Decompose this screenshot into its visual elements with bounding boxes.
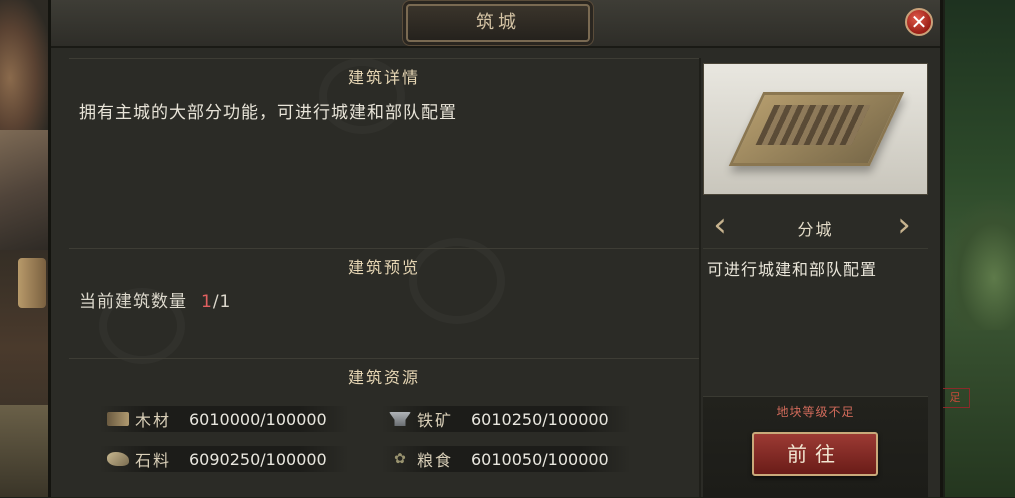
details-section: 建筑详情 拥有主城的大部分功能，可进行城建和部队配置 [69, 58, 699, 248]
portrait-robe [0, 130, 50, 250]
action-box: 地块等级不足 前往 [703, 396, 928, 498]
building-type-description: 可进行城建和部队配置 [707, 260, 878, 279]
resource-grain: ✿ 粮食 6010050/100000 [389, 445, 609, 473]
preview-heading: 建筑预览 [347, 258, 420, 277]
details-header: 建筑详情 [69, 58, 699, 87]
resource-stone: 石料 6090250/100000 [107, 445, 327, 473]
resource-name: 木材 [135, 411, 172, 430]
resources-heading: 建筑资源 [347, 368, 420, 387]
right-panel: ‹ 分城 › 可进行城建和部队配置 地块等级不足 前往 [703, 60, 928, 498]
resource-iron: 铁矿 6010250/100000 [389, 405, 609, 433]
building-count-total: /1 [212, 292, 232, 312]
city-preview-image [703, 63, 928, 195]
requirement-warning: 地块等级不足 [776, 405, 855, 419]
preview-section: 建筑预览 当前建筑数量 1/1 [69, 248, 699, 358]
resource-name: 粮食 [417, 451, 454, 470]
portrait-face [0, 0, 50, 130]
dialog-title: 筑城 [476, 12, 520, 33]
stone-icon [107, 452, 129, 466]
dialog-titlebar: 筑城 ✕ [51, 0, 940, 48]
resource-value: 6010250/100000 [471, 409, 609, 429]
map-hill [945, 200, 1015, 330]
anvil-icon [389, 412, 411, 426]
resource-value: 6090250/100000 [189, 449, 327, 469]
resources-section: 建筑资源 木材 6010000/100000 铁矿 6010250/100000… [69, 358, 699, 497]
title-plate: 筑城 [406, 4, 590, 42]
building-type-title: 分城 [797, 220, 834, 239]
left-panel: 建筑详情 拥有主城的大部分功能，可进行城建和部队配置 建筑预览 当前建筑数量 1/… [69, 58, 699, 497]
portrait-scroll [18, 258, 46, 308]
close-button[interactable]: ✕ [905, 8, 933, 36]
next-arrow-icon[interactable]: › [893, 208, 915, 244]
preview-header: 建筑预览 [69, 248, 699, 277]
background-side-tag: 足 [940, 388, 970, 408]
building-count-label: 当前建筑数量 [79, 292, 187, 312]
building-count: 当前建筑数量 1/1 [79, 287, 231, 312]
grain-icon: ✿ [394, 451, 406, 467]
resource-value: 6010050/100000 [471, 449, 609, 469]
details-heading: 建筑详情 [347, 68, 420, 87]
building-count-current: 1 [201, 292, 213, 312]
building-selector: ‹ 分城 › [703, 204, 928, 249]
prev-arrow-icon[interactable]: ‹ [709, 208, 731, 244]
panel-divider [699, 58, 701, 497]
resource-value: 6010000/100000 [189, 409, 327, 429]
resource-wood: 木材 6010000/100000 [107, 405, 327, 433]
background-map [945, 0, 1015, 497]
build-city-dialog: 筑城 ✕ 建筑详情 拥有主城的大部分功能，可进行城建和部队配置 建筑预览 当前建… [48, 0, 943, 498]
fortress-illustration [728, 92, 905, 166]
go-button[interactable]: 前往 [752, 432, 878, 476]
resource-name: 铁矿 [417, 411, 454, 430]
resources-header: 建筑资源 [69, 358, 699, 387]
details-description: 拥有主城的大部分功能，可进行城建和部队配置 [79, 103, 457, 123]
wood-icon [107, 412, 129, 426]
resource-name: 石料 [135, 451, 172, 470]
background-bottom [0, 405, 50, 497]
